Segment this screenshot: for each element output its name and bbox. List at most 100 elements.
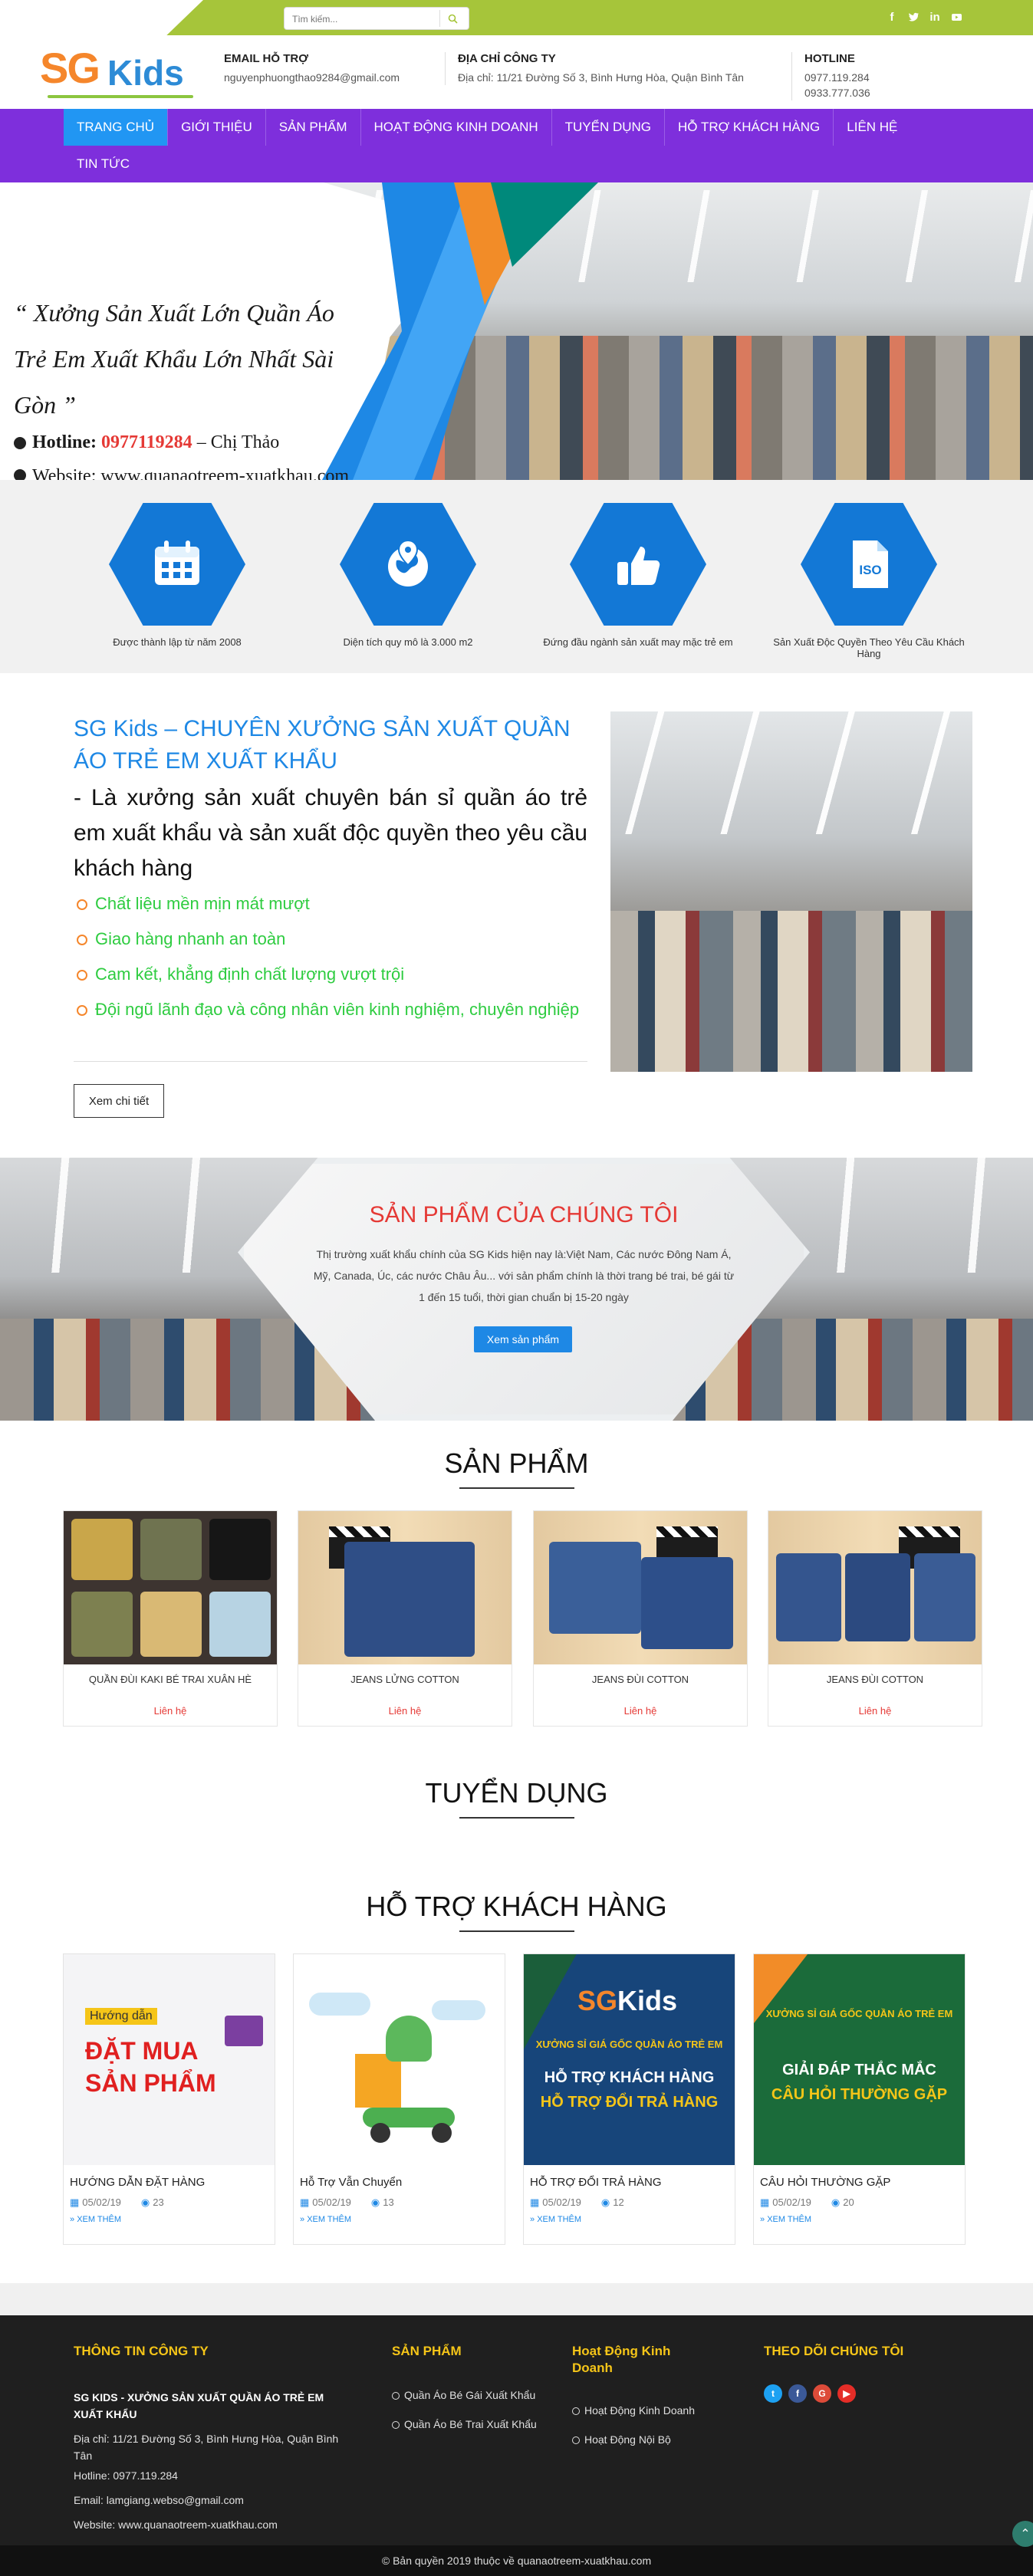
view-details-button[interactable]: Xem chi tiết bbox=[74, 1084, 164, 1118]
feature-item: ISO Sản Xuất Độc Quyền Theo Yêu Cầu Khác… bbox=[765, 503, 972, 659]
nav-item-home[interactable]: TRANG CHỦ bbox=[64, 109, 169, 146]
product-card[interactable]: JEANS LỬNG COTTON Liên hệ bbox=[298, 1510, 512, 1727]
support-image[interactable]: Hướng dẫn ĐẶT MUA SẢN PHẨM bbox=[64, 1954, 275, 2165]
hero-hotline-contact: – Chị Thảo bbox=[192, 432, 280, 452]
search-button[interactable] bbox=[439, 10, 466, 27]
search-icon bbox=[448, 14, 458, 24]
recruit-heading: TUYỂN DỤNG bbox=[0, 1777, 1033, 1819]
support-title[interactable]: HỖ TRỢ ĐỔI TRẢ HÀNG bbox=[530, 2176, 735, 2189]
product-price: Liên hệ bbox=[388, 1705, 422, 1717]
view-products-button[interactable]: Xem sản phẩm bbox=[474, 1326, 572, 1352]
nav-item-products[interactable]: SẢN PHẨM bbox=[266, 109, 361, 146]
product-image[interactable] bbox=[64, 1511, 277, 1664]
support-image-logo: SGKids bbox=[577, 1985, 677, 2017]
support-meta: ▦ 05/02/19 ◉ 12 bbox=[530, 2196, 735, 2209]
read-more-link[interactable]: » XEM THÊM bbox=[300, 2215, 505, 2224]
nav-item-recruit[interactable]: TUYỂN DỤNG bbox=[552, 109, 666, 146]
support-title-underline bbox=[459, 1930, 574, 1932]
package-icon bbox=[355, 2054, 401, 2108]
footer-website[interactable]: Website: www.quanaotreem-xuatkhau.com bbox=[74, 2516, 278, 2533]
footer-hotline: Hotline: 0977.119.284 bbox=[74, 2469, 178, 2482]
logo-sg-text: SG bbox=[40, 44, 100, 92]
footer-product-link[interactable]: Quần Áo Bé Gái Xuất Khẩu bbox=[392, 2389, 535, 2401]
calendar-icon: ▦ bbox=[300, 2196, 310, 2208]
support-image-caption: XƯỞNG SỈ GIÁ GỐC QUẦN ÁO TRẺ EM bbox=[535, 2039, 723, 2050]
twitter-icon[interactable] bbox=[907, 9, 920, 25]
calendar-icon bbox=[155, 540, 199, 585]
footer-business-link[interactable]: Hoạt Động Kinh Doanh bbox=[572, 2404, 695, 2417]
product-price: Liên hệ bbox=[858, 1705, 892, 1717]
support-image[interactable]: SGKids XƯỞNG SỈ GIÁ GỐC QUẦN ÁO TRẺ EM H… bbox=[524, 1954, 735, 2165]
cloud-shape bbox=[309, 1993, 370, 2016]
gift-box-icon bbox=[225, 2016, 263, 2046]
support-image-heading: HỖ TRỢ ĐỔI TRẢ HÀNG bbox=[540, 2094, 719, 2111]
product-image[interactable] bbox=[534, 1511, 747, 1664]
about-section: SG Kids – CHUYÊN XƯỞNG SẢN XUẤT QUẦN ÁO … bbox=[0, 673, 1033, 1158]
shorts-shape bbox=[344, 1542, 475, 1657]
top-bar: f in bbox=[0, 0, 1033, 35]
nav-item-contact[interactable]: LIÊN HỆ bbox=[834, 109, 910, 146]
product-name[interactable]: JEANS ĐÙI COTTON bbox=[768, 1674, 982, 1685]
read-more-text: XEM THÊM bbox=[537, 2215, 582, 2224]
nav-item-support[interactable]: HỖ TRỢ KHÁCH HÀNG bbox=[665, 109, 834, 146]
footer-product-link[interactable]: Quần Áo Bé Trai Xuất Khẩu bbox=[392, 2418, 537, 2430]
nav-item-about[interactable]: GIỚI THIỆU bbox=[168, 109, 266, 146]
linkedin-icon[interactable]: in bbox=[929, 9, 941, 25]
footer-email: Email: lamgiang.webso@gmail.com bbox=[74, 2494, 244, 2506]
support-card[interactable]: Hỗ Trợ Vẫn Chuyển ▦ 05/02/19 ◉ 13 » XEM THÊ… bbox=[293, 1953, 505, 2245]
product-name[interactable]: JEANS LỬNG COTTON bbox=[298, 1674, 512, 1685]
product-name[interactable]: JEANS ĐÙI COTTON bbox=[534, 1674, 747, 1685]
support-card[interactable]: Hướng dẫn ĐẶT MUA SẢN PHẨM HƯỚNG DẪN ĐẶT… bbox=[63, 1953, 275, 2245]
support-image-heading: HỖ TRỢ KHÁCH HÀNG bbox=[544, 2069, 715, 2086]
facebook-icon[interactable]: f bbox=[886, 9, 898, 25]
google-plus-icon[interactable]: G bbox=[813, 2384, 831, 2403]
search-input[interactable] bbox=[292, 12, 430, 27]
product-card[interactable]: JEANS ĐÙI COTTON Liên hệ bbox=[768, 1510, 982, 1727]
hero-quote-line: Gòn ” bbox=[14, 391, 76, 419]
footer-business-link[interactable]: Hoạt Động Nội Bộ bbox=[572, 2433, 671, 2446]
product-card[interactable]: JEANS ĐÙI COTTON Liên hệ bbox=[533, 1510, 748, 1727]
support-card[interactable]: XƯỞNG SỈ GIÁ GỐC QUẦN ÁO TRẺ EM GIẢI ĐÁP… bbox=[753, 1953, 966, 2245]
nav-item-business[interactable]: HOẠT ĐỘNG KINH DOANH bbox=[361, 109, 552, 146]
about-bullet: Đội ngũ lãnh đạo và công nhân viên kinh … bbox=[74, 998, 587, 1021]
support-title[interactable]: CÂU HỎI THƯỜNG GẶP bbox=[760, 2176, 965, 2189]
hero-website: Website: www.quanaotreem-xuatkhau.com bbox=[14, 466, 349, 480]
support-card[interactable]: SGKids XƯỞNG SỈ GIÁ GỐC QUẦN ÁO TRẺ EM H… bbox=[523, 1953, 735, 2245]
product-name[interactable]: QUẦN ĐÙI KAKI BÉ TRAI XUÂN HÈ bbox=[64, 1674, 277, 1685]
product-image[interactable] bbox=[298, 1511, 512, 1664]
shorts-shape bbox=[209, 1519, 271, 1580]
feature-hexagon bbox=[109, 503, 245, 626]
support-date: 05/02/19 bbox=[82, 2196, 121, 2208]
feature-text: Diện tích quy mô là 3.000 m2 bbox=[343, 636, 473, 648]
about-divider bbox=[74, 1061, 587, 1062]
about-bullet: Giao hàng nhanh an toàn bbox=[74, 928, 587, 951]
product-card[interactable]: QUẦN ĐÙI KAKI BÉ TRAI XUÂN HÈ Liên hệ bbox=[63, 1510, 278, 1727]
support-title[interactable]: HƯỚNG DẪN ĐẶT HÀNG bbox=[70, 2176, 275, 2189]
support-image[interactable] bbox=[294, 1954, 505, 2165]
hero-slider: “ Xưởng Sản Xuất Lớn Quần Áo Trẻ Em Xuất… bbox=[0, 182, 1033, 480]
eye-icon: ◉ bbox=[600, 2196, 610, 2208]
read-more-link[interactable]: » XEM THÊM bbox=[760, 2215, 965, 2224]
recruit-title-underline bbox=[459, 1817, 574, 1819]
site-logo[interactable]: SG Kids bbox=[40, 43, 207, 104]
about-photo-machines bbox=[610, 911, 972, 1072]
nav-item-news[interactable]: TIN TỨC bbox=[64, 146, 143, 182]
youtube-icon[interactable]: ▶ bbox=[837, 2384, 856, 2403]
feature-text: Được thành lập từ năm 2008 bbox=[113, 636, 242, 648]
support-image-heading: ĐẶT MUA bbox=[85, 2037, 199, 2065]
products-heading: SẢN PHẨM bbox=[0, 1447, 1033, 1489]
support-views: 13 bbox=[383, 2196, 394, 2208]
support-title[interactable]: Hỗ Trợ Vẫn Chuyển bbox=[300, 2176, 505, 2189]
shorts-shape bbox=[641, 1557, 733, 1649]
youtube-icon[interactable] bbox=[950, 9, 962, 25]
hotline-info: HOTLINE 0977.119.284 0933.777.036 bbox=[791, 52, 870, 100]
twitter-icon[interactable]: t bbox=[764, 2384, 782, 2403]
back-to-top-button[interactable]: ⌃ bbox=[1012, 2521, 1033, 2547]
shorts-shape bbox=[914, 1553, 975, 1641]
product-image[interactable] bbox=[768, 1511, 982, 1664]
facebook-icon[interactable]: f bbox=[788, 2384, 807, 2403]
read-more-link[interactable]: » XEM THÊM bbox=[530, 2215, 735, 2224]
copyright-bar: © Bản quyền 2019 thuộc về quanaotreem-xu… bbox=[0, 2545, 1033, 2576]
support-image[interactable]: XƯỞNG SỈ GIÁ GỐC QUẦN ÁO TRẺ EM GIẢI ĐÁP… bbox=[754, 1954, 965, 2165]
read-more-link[interactable]: » XEM THÊM bbox=[70, 2215, 275, 2224]
